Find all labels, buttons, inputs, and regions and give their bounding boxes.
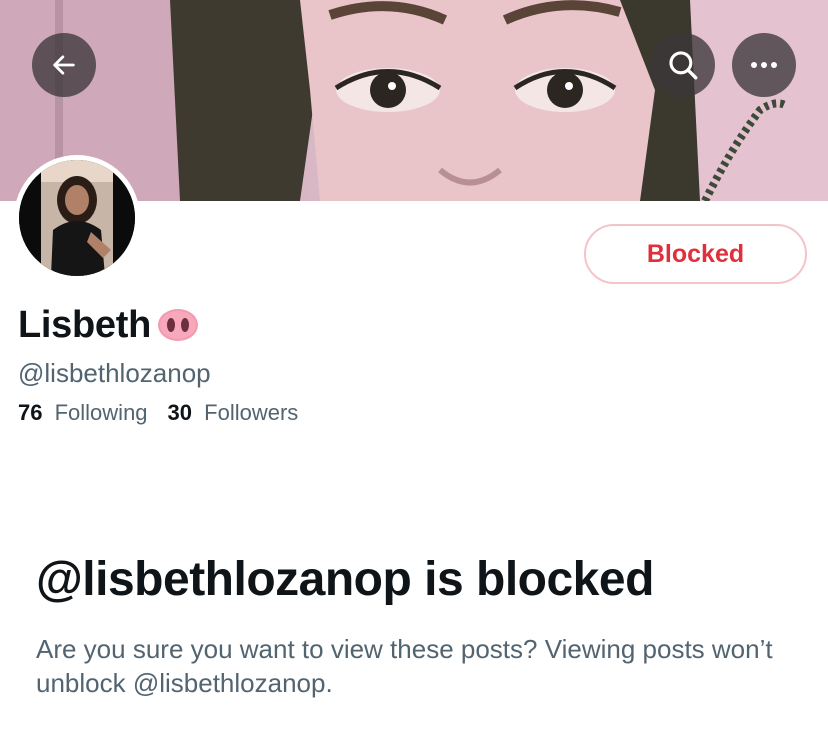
follow-stats: 76 Following 30 Followers <box>18 400 298 426</box>
followers-label: Followers <box>204 400 299 425</box>
followers-link[interactable]: 30 Followers <box>168 400 299 426</box>
user-handle: @lisbethlozanop <box>18 358 211 388</box>
followers-count: 30 <box>167 400 193 425</box>
profile-avatar[interactable] <box>14 155 140 281</box>
profile-page: Blocked Lisbeth @lisbethlozanop 76 Follo… <box>0 0 828 737</box>
avatar-photo <box>19 160 135 276</box>
display-name: Lisbeth <box>18 303 152 346</box>
search-button[interactable] <box>651 33 715 97</box>
arrow-left-icon <box>53 55 75 75</box>
following-count: 76 <box>18 400 43 425</box>
search-icon <box>669 51 698 80</box>
back-button[interactable] <box>32 33 96 97</box>
following-label: Following <box>54 400 148 425</box>
more-horizontal-icon <box>751 62 777 68</box>
pig-nose-emoji-icon <box>158 309 199 341</box>
profile-banner[interactable] <box>0 0 828 201</box>
following-link[interactable]: 76 Following <box>18 400 148 426</box>
blocked-button[interactable]: Blocked <box>584 224 807 284</box>
more-options-button[interactable] <box>732 33 796 97</box>
blocked-notice-title: @lisbethlozanop is blocked <box>36 553 654 606</box>
banner-photo <box>0 0 828 201</box>
blocked-notice-description: Are you sure you want to view these post… <box>36 634 773 698</box>
display-name-row: Lisbeth <box>18 300 199 350</box>
